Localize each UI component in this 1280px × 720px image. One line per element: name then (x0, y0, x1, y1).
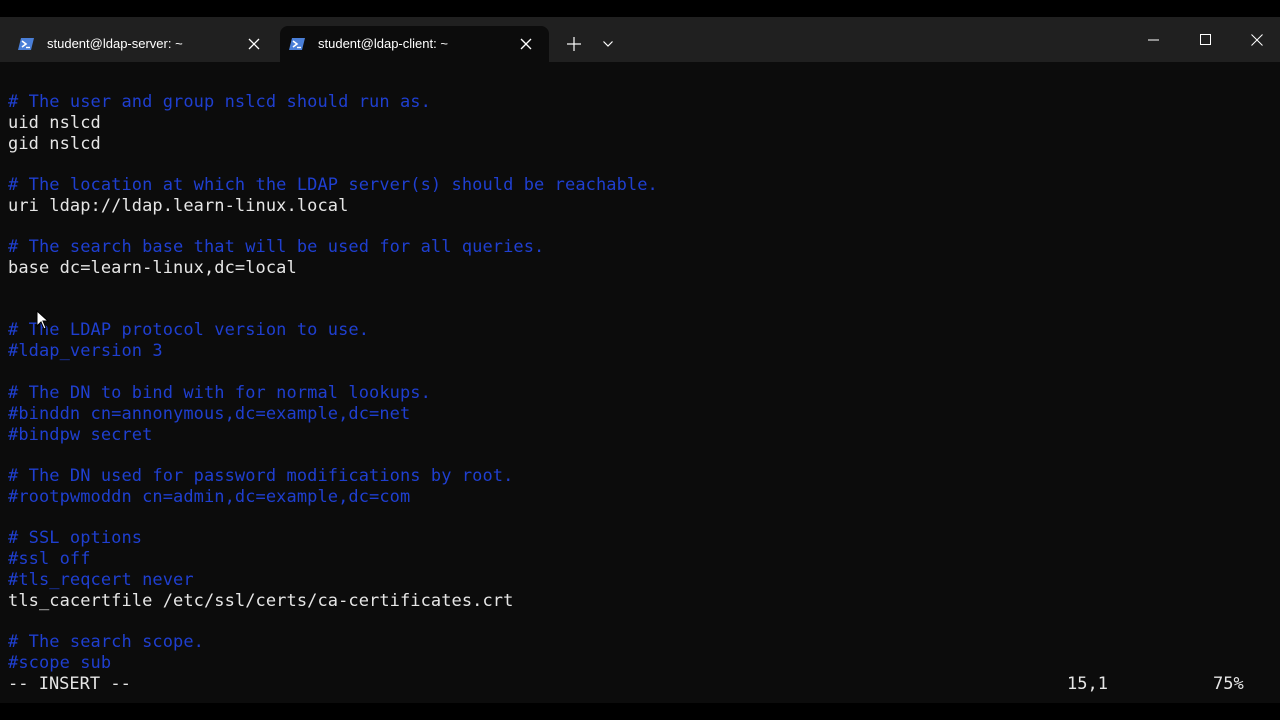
editor-line: #scope sub (8, 653, 112, 673)
close-tab-icon[interactable] (245, 35, 263, 53)
minimize-button[interactable] (1130, 17, 1176, 62)
tab-dropdown-button[interactable] (598, 28, 618, 60)
powershell-icon (18, 38, 34, 50)
scroll-percent: 75% (1213, 674, 1244, 694)
maximize-button[interactable] (1182, 17, 1228, 62)
title-bar: student@ldap-server: ~ student@ldap-clie… (0, 17, 1280, 62)
tab-label: student@ldap-server: ~ (47, 36, 183, 51)
editor-line: # The LDAP protocol version to use. (8, 320, 370, 340)
minimize-icon (1147, 39, 1159, 40)
editor-line: #tls_reqcert never (8, 570, 194, 590)
close-tab-icon[interactable] (517, 35, 535, 53)
editor-line: gid nslcd (8, 134, 101, 154)
editor-line: #ldap_version 3 (8, 341, 163, 361)
tab-label: student@ldap-client: ~ (318, 36, 448, 51)
mouse-pointer-icon (36, 310, 50, 330)
terminal-pane[interactable]: # The user and group nslcd should run as… (0, 62, 1280, 703)
maximize-icon (1199, 34, 1211, 45)
editor-line: #bindpw secret (8, 425, 153, 445)
letterbox-top (0, 0, 1280, 17)
editor-line: # The search scope. (8, 632, 204, 652)
editor-line: #ssl off (8, 549, 91, 569)
tab-ldap-client[interactable]: student@ldap-client: ~ (280, 26, 549, 62)
editor-line: # SSL options (8, 528, 143, 548)
editor-line: #binddn cn=annonymous,dc=example,dc=net (8, 404, 411, 424)
tab-ldap-server[interactable]: student@ldap-server: ~ (4, 26, 276, 62)
editor-line: # The user and group nslcd should run as… (8, 92, 431, 112)
powershell-icon (289, 38, 305, 50)
editor-line: uri ldap://ldap.learn-linux.local (8, 196, 349, 216)
editor-line: uid nslcd (8, 113, 101, 133)
editor-line: tls_cacertfile /etc/ssl/certs/ca-certifi… (8, 591, 514, 611)
editor-line: #rootpwmoddn cn=admin,dc=example,dc=com (8, 487, 411, 507)
cursor-position: 15,1 (1067, 674, 1108, 694)
chevron-down-icon (603, 41, 613, 47)
close-window-button[interactable] (1234, 17, 1280, 62)
editor-line: base dc=learn-linux,dc=local (8, 258, 297, 278)
close-icon (1251, 33, 1263, 46)
plus-icon (567, 37, 581, 51)
editor-line: # The DN used for password modifications… (8, 466, 514, 486)
vim-mode-indicator: -- INSERT -- (8, 674, 131, 694)
letterbox-bottom (0, 703, 1280, 720)
editor-line: # The location at which the LDAP server(… (8, 175, 658, 195)
editor-line: # The search base that will be used for … (8, 237, 545, 257)
new-tab-button[interactable] (562, 28, 586, 60)
editor-line: # The DN to bind with for normal lookups… (8, 383, 431, 403)
